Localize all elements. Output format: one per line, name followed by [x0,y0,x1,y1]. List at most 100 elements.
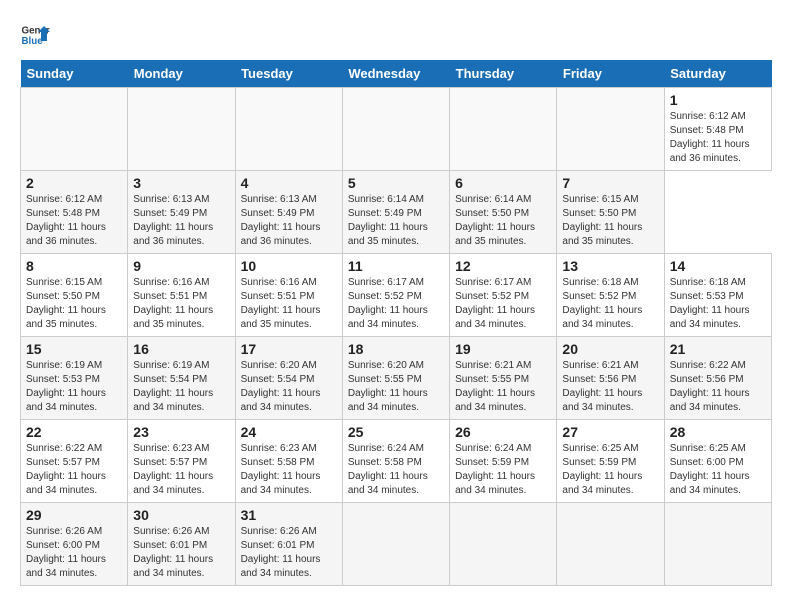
day-number: 8 [26,258,122,274]
logo: General Blue [20,20,54,50]
day-number: 3 [133,175,229,191]
day-cell-31: 31 Sunrise: 6:26 AMSunset: 6:01 PMDayligh… [235,503,342,586]
calendar-week-4: 15 Sunrise: 6:19 AMSunset: 5:53 PMDayligh… [21,337,772,420]
day-number: 19 [455,341,551,357]
calendar-week-2: 2 Sunrise: 6:12 AMSunset: 5:48 PMDaylight… [21,171,772,254]
day-number: 15 [26,341,122,357]
col-header-sunday: Sunday [21,60,128,88]
day-detail: Sunrise: 6:21 AMSunset: 5:56 PMDaylight:… [562,359,658,415]
day-number: 27 [562,424,658,440]
page-header: General Blue [20,20,772,50]
day-cell-7: 7Sunrise: 6:15 AMSunset: 5:50 PMDaylight… [557,171,664,254]
day-detail: Sunrise: 6:19 AMSunset: 5:53 PMDaylight:… [26,359,122,415]
day-cell-21: 21 Sunrise: 6:22 AMSunset: 5:56 PMDayligh… [664,337,771,420]
calendar-week-1: 1Sunrise: 6:12 AMSunset: 5:48 PMDaylight… [21,88,772,171]
day-number: 28 [670,424,766,440]
day-cell-10: 10Sunrise: 6:16 AMSunset: 5:51 PMDayligh… [235,254,342,337]
day-detail: Sunrise: 6:26 AMSunset: 6:01 PMDaylight:… [241,525,337,581]
day-cell-18: 18 Sunrise: 6:20 AMSunset: 5:55 PMDayligh… [342,337,449,420]
day-number: 5 [348,175,444,191]
day-cell-13: 13Sunrise: 6:18 AMSunset: 5:52 PMDayligh… [557,254,664,337]
col-header-friday: Friday [557,60,664,88]
day-number: 24 [241,424,337,440]
col-header-wednesday: Wednesday [342,60,449,88]
calendar-week-6: 29Sunrise: 6:26 AMSunset: 6:00 PMDayligh… [21,503,772,586]
day-cell-20: 20Sunrise: 6:21 AMSunset: 5:56 PMDayligh… [557,337,664,420]
empty-cell [342,88,449,171]
day-number: 16 [133,341,229,357]
day-number: 10 [241,258,337,274]
empty-cell [664,503,771,586]
day-number: 12 [455,258,551,274]
empty-cell [450,503,557,586]
day-detail: Sunrise: 6:20 AMSunset: 5:55 PMDaylight:… [348,359,444,415]
day-detail: Sunrise: 6:21 AMSunset: 5:55 PMDaylight:… [455,359,551,415]
day-number: 2 [26,175,122,191]
day-cell-5: 5 Sunrise: 6:14 AMSunset: 5:49 PMDaylight… [342,171,449,254]
day-number: 25 [348,424,444,440]
day-cell-8: 8Sunrise: 6:15 AMSunset: 5:50 PMDaylight… [21,254,128,337]
day-detail: Sunrise: 6:22 AMSunset: 5:57 PMDaylight:… [26,442,122,498]
day-detail: Sunrise: 6:26 AMSunset: 6:01 PMDaylight:… [133,525,229,581]
day-cell-25: 25 Sunrise: 6:24 AMSunset: 5:58 PMDayligh… [342,420,449,503]
day-number: 11 [348,258,444,274]
day-detail: Sunrise: 6:19 AMSunset: 5:54 PMDaylight:… [133,359,229,415]
day-detail: Sunrise: 6:12 AMSunset: 5:48 PMDaylight:… [26,193,122,249]
day-detail: Sunrise: 6:16 AMSunset: 5:51 PMDaylight:… [133,276,229,332]
col-header-saturday: Saturday [664,60,771,88]
day-cell-19: 19 Sunrise: 6:21 AMSunset: 5:55 PMDayligh… [450,337,557,420]
day-detail: Sunrise: 6:26 AMSunset: 6:00 PMDaylight:… [26,525,122,581]
day-cell-28: 28Sunrise: 6:25 AMSunset: 6:00 PMDayligh… [664,420,771,503]
day-number: 22 [26,424,122,440]
day-detail: Sunrise: 6:13 AMSunset: 5:49 PMDaylight:… [241,193,337,249]
day-cell-30: 30 Sunrise: 6:26 AMSunset: 6:01 PMDayligh… [128,503,235,586]
day-number: 7 [562,175,658,191]
day-detail: Sunrise: 6:18 AMSunset: 5:53 PMDaylight:… [670,276,766,332]
day-detail: Sunrise: 6:23 AMSunset: 5:58 PMDaylight:… [241,442,337,498]
col-header-thursday: Thursday [450,60,557,88]
day-cell-17: 17 Sunrise: 6:20 AMSunset: 5:54 PMDayligh… [235,337,342,420]
logo-icon: General Blue [20,20,50,50]
day-cell-6: 6 Sunrise: 6:14 AMSunset: 5:50 PMDaylight… [450,171,557,254]
day-cell-29: 29Sunrise: 6:26 AMSunset: 6:00 PMDayligh… [21,503,128,586]
calendar-week-5: 22 Sunrise: 6:22 AMSunset: 5:57 PMDayligh… [21,420,772,503]
day-number: 9 [133,258,229,274]
day-detail: Sunrise: 6:14 AMSunset: 5:49 PMDaylight:… [348,193,444,249]
day-cell-22: 22 Sunrise: 6:22 AMSunset: 5:57 PMDayligh… [21,420,128,503]
svg-text:Blue: Blue [22,36,44,47]
day-number: 18 [348,341,444,357]
day-number: 21 [670,341,766,357]
day-cell-3: 3Sunrise: 6:13 AMSunset: 5:49 PMDaylight… [128,171,235,254]
empty-cell [128,88,235,171]
day-number: 23 [133,424,229,440]
day-cell-1: 1Sunrise: 6:12 AMSunset: 5:48 PMDaylight… [664,88,771,171]
day-number: 1 [670,92,766,108]
col-header-monday: Monday [128,60,235,88]
day-detail: Sunrise: 6:24 AMSunset: 5:58 PMDaylight:… [348,442,444,498]
day-number: 4 [241,175,337,191]
day-cell-27: 27 Sunrise: 6:25 AMSunset: 5:59 PMDayligh… [557,420,664,503]
empty-cell [342,503,449,586]
day-number: 26 [455,424,551,440]
day-number: 17 [241,341,337,357]
day-number: 30 [133,507,229,523]
day-cell-12: 12 Sunrise: 6:17 AMSunset: 5:52 PMDayligh… [450,254,557,337]
empty-cell [450,88,557,171]
empty-cell [557,503,664,586]
calendar-table: SundayMondayTuesdayWednesdayThursdayFrid… [20,60,772,586]
day-detail: Sunrise: 6:17 AMSunset: 5:52 PMDaylight:… [455,276,551,332]
day-number: 31 [241,507,337,523]
empty-cell [235,88,342,171]
day-detail: Sunrise: 6:14 AMSunset: 5:50 PMDaylight:… [455,193,551,249]
day-number: 6 [455,175,551,191]
day-detail: Sunrise: 6:24 AMSunset: 5:59 PMDaylight:… [455,442,551,498]
day-detail: Sunrise: 6:20 AMSunset: 5:54 PMDaylight:… [241,359,337,415]
day-number: 14 [670,258,766,274]
day-detail: Sunrise: 6:25 AMSunset: 5:59 PMDaylight:… [562,442,658,498]
day-detail: Sunrise: 6:18 AMSunset: 5:52 PMDaylight:… [562,276,658,332]
day-detail: Sunrise: 6:17 AMSunset: 5:52 PMDaylight:… [348,276,444,332]
day-detail: Sunrise: 6:22 AMSunset: 5:56 PMDaylight:… [670,359,766,415]
day-cell-23: 23Sunrise: 6:23 AMSunset: 5:57 PMDayligh… [128,420,235,503]
col-header-tuesday: Tuesday [235,60,342,88]
day-cell-16: 16 Sunrise: 6:19 AMSunset: 5:54 PMDayligh… [128,337,235,420]
